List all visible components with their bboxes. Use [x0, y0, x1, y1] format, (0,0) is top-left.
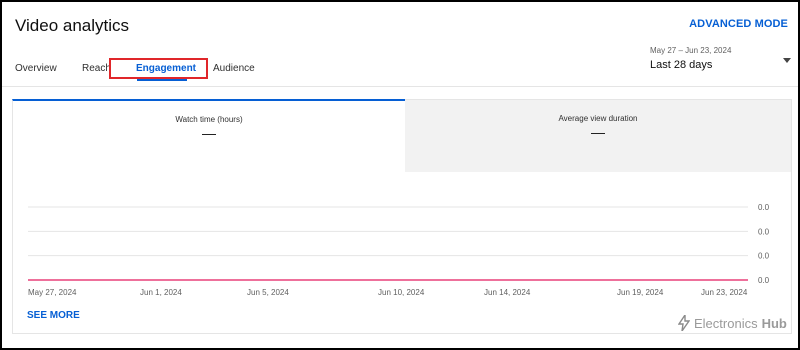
line-chart: 0.0 0.0 0.0 0.0 May 27, 2024 Jun 1, 2024 Jun 5… [28, 203, 770, 297]
advanced-mode-button[interactable]: ADVANCED MODE [689, 18, 788, 30]
y-tick-label: 0.0 [758, 227, 770, 236]
date-range-text: May 27 – Jun 23, 2024 [650, 46, 732, 55]
watermark: Electronics Hub [678, 315, 787, 331]
x-tick-label: May 27, 2024 [28, 288, 77, 297]
active-tab-indicator [137, 79, 187, 81]
y-tick-label: 0.0 [758, 252, 770, 261]
annotation-highlight-box [109, 58, 208, 79]
metric-value: — [591, 124, 605, 140]
x-tick-label: Jun 23, 2024 [701, 288, 748, 297]
see-more-link[interactable]: SEE MORE [27, 310, 80, 321]
x-tick-label: Jun 10, 2024 [378, 288, 425, 297]
x-tick-label: Jun 5, 2024 [247, 288, 289, 297]
date-range-selector[interactable]: May 27 – Jun 23, 2024 Last 28 days [650, 46, 731, 71]
metric-value: — [202, 125, 216, 141]
metric-label: Average view duration [558, 114, 638, 123]
metric-watch-time[interactable]: Watch time (hours) — [12, 99, 405, 172]
x-tick-label: Jun 19, 2024 [617, 288, 664, 297]
y-tick-label: 0.0 [758, 276, 770, 285]
lightning-logo-icon [678, 315, 690, 331]
watermark-brand-suffix: Hub [761, 315, 787, 331]
date-preset-label: Last 28 days [650, 59, 713, 71]
header-divider [2, 86, 798, 87]
metric-label: Watch time (hours) [175, 115, 243, 124]
watermark-brand: Electronics [694, 315, 758, 331]
chart-panel: 0.0 0.0 0.0 0.0 May 27, 2024 Jun 1, 2024 Jun 5… [12, 172, 792, 334]
tab-overview[interactable]: Overview [15, 63, 57, 74]
x-tick-label: Jun 1, 2024 [140, 288, 182, 297]
metric-tabs: Watch time (hours) — Average view durati… [12, 99, 792, 172]
caret-down-icon[interactable] [783, 58, 791, 63]
x-tick-label: Jun 14, 2024 [484, 288, 531, 297]
tab-audience[interactable]: Audience [213, 63, 255, 74]
metric-average-view-duration[interactable]: Average view duration — [405, 99, 792, 172]
page-title: Video analytics [15, 16, 130, 35]
tab-reach[interactable]: Reach [82, 63, 111, 74]
y-tick-label: 0.0 [758, 203, 770, 212]
analytics-card: Video analytics ADVANCED MODE Overview R… [0, 0, 800, 350]
